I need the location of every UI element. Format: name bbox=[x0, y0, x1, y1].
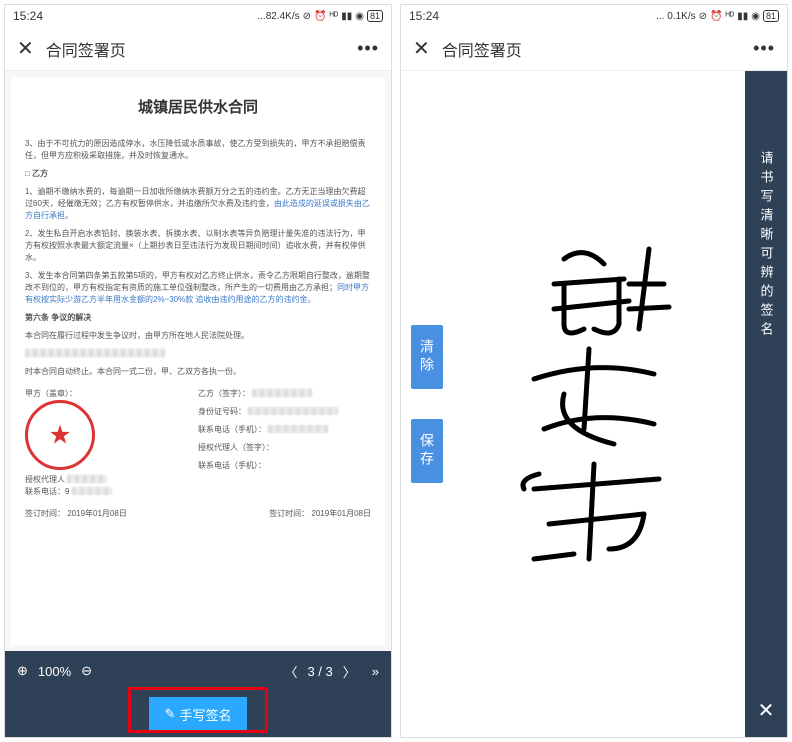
clear-button[interactable]: 清除 bbox=[411, 325, 443, 389]
status-bar: 15:24 ...82.4K/s ⊘ ⏰ ᴴᴰ ▮▮ ◉ 81 bbox=[5, 5, 391, 27]
doc-article: 第六条 争议的解决 bbox=[25, 312, 371, 324]
page-indicator: 3 / 3 bbox=[307, 664, 332, 679]
doc-para: 2、发生私自开启水表铅封、换装水表、拆换水表、以制水表等异负赔理计量失准的违法行… bbox=[25, 228, 371, 264]
signature-side-panel: 请书写清晰可辨的签名 ✕ bbox=[745, 71, 787, 737]
close-icon[interactable]: ✕ bbox=[17, 36, 34, 61]
alarm-off-icon: ⊘ bbox=[303, 11, 311, 22]
zoom-out-icon[interactable]: ⊖ bbox=[81, 663, 92, 679]
battery-icon: 81 bbox=[763, 10, 779, 22]
phone-left: 15:24 ...82.4K/s ⊘ ⏰ ᴴᴰ ▮▮ ◉ 81 ✕ 合同签署页 … bbox=[4, 4, 392, 738]
hd-icon: ᴴᴰ bbox=[329, 11, 338, 22]
phone-right: 15:24 ... 0.1K/s ⊘ ⏰ ᴴᴰ ▮▮ ◉ 81 ✕ 合同签署页 … bbox=[400, 4, 788, 738]
document-page: 城镇居民供水合同 3、由于不可抗力的原因造成停水，水压降低或水质事故，使乙方受到… bbox=[11, 77, 385, 645]
more-icon[interactable]: ••• bbox=[357, 38, 379, 59]
wifi-icon: ◉ bbox=[751, 11, 760, 22]
signal-icon: ▮▮ bbox=[737, 11, 748, 22]
signature-canvas[interactable]: 清除 保存 bbox=[401, 71, 787, 737]
save-button[interactable]: 保存 bbox=[411, 419, 443, 483]
close-icon[interactable]: ✕ bbox=[413, 36, 430, 61]
net-speed: ...82.4K/s bbox=[257, 11, 299, 22]
alarm-icon: ⏰ bbox=[710, 11, 722, 22]
signature-hint: 请书写清晰可辨的签名 bbox=[757, 151, 776, 684]
net-speed: ... 0.1K/s bbox=[656, 11, 695, 22]
status-bar: 15:24 ... 0.1K/s ⊘ ⏰ ᴴᴰ ▮▮ ◉ 81 bbox=[401, 5, 787, 27]
sign-button-row: ✎ 手写签名 bbox=[5, 691, 391, 737]
app-header: ✕ 合同签署页 ••• bbox=[5, 27, 391, 71]
wifi-icon: ◉ bbox=[355, 11, 364, 22]
status-indicators: ... 0.1K/s ⊘ ⏰ ᴴᴰ ▮▮ ◉ 81 bbox=[656, 10, 779, 22]
close-panel-icon[interactable]: ✕ bbox=[758, 684, 775, 737]
status-time: 15:24 bbox=[409, 9, 439, 23]
signature-stroke bbox=[494, 229, 694, 579]
status-indicators: ...82.4K/s ⊘ ⏰ ᴴᴰ ▮▮ ◉ 81 bbox=[257, 10, 383, 22]
more-icon[interactable]: ••• bbox=[753, 38, 775, 59]
contract-title: 城镇居民供水合同 bbox=[25, 97, 371, 120]
sign-dates: 签订时间： 2019年01月08日 签订时间： 2019年01月08日 bbox=[25, 508, 371, 520]
expand-icon[interactable]: » bbox=[372, 664, 379, 679]
red-seal-icon bbox=[25, 400, 95, 470]
pencil-icon: ✎ bbox=[165, 706, 176, 722]
document-viewer[interactable]: 城镇居民供水合同 3、由于不可抗力的原因造成停水，水压降低或水质事故，使乙方受到… bbox=[5, 71, 391, 651]
doc-para: 1、逾期不缴纳水费的，每逾期一日加收所缴纳水费额万分之五的违约金。乙方无正当理由… bbox=[25, 186, 371, 222]
doc-para: 3、发生本合同第四条第五款第5项的，甲方有权对乙方终止供水，责令乙方限期自行整改… bbox=[25, 270, 371, 306]
prev-page-icon[interactable]: 〈 bbox=[284, 662, 297, 681]
doc-para bbox=[25, 348, 371, 360]
next-page-icon[interactable]: 〉 bbox=[343, 662, 356, 681]
hd-icon: ᴴᴰ bbox=[725, 11, 734, 22]
page-title: 合同签署页 bbox=[46, 37, 345, 61]
doc-para: 本合同在履行过程中发生争议时，由甲方所在地人民法院处理。 bbox=[25, 330, 371, 342]
battery-icon: 81 bbox=[367, 10, 383, 22]
signal-icon: ▮▮ bbox=[341, 11, 352, 22]
handwrite-sign-button[interactable]: ✎ 手写签名 bbox=[149, 697, 248, 732]
zoom-in-icon[interactable]: ⊕ bbox=[17, 663, 28, 679]
alarm-icon: ⏰ bbox=[314, 11, 326, 22]
doc-section-label: □ 乙方 bbox=[25, 168, 371, 180]
zoom-level: 100% bbox=[38, 664, 71, 679]
app-header: ✕ 合同签署页 ••• bbox=[401, 27, 787, 71]
page-title: 合同签署页 bbox=[442, 37, 741, 61]
doc-para: 3、由于不可抗力的原因造成停水，水压降低或水质事故，使乙方受到损失的，甲方不承担… bbox=[25, 138, 371, 162]
alarm-off-icon: ⊘ bbox=[699, 11, 707, 22]
signature-block: 甲方（盖章）： 授权代理人 联系电话：9 乙方（签字）： 身份证号码： 联系电话… bbox=[25, 388, 371, 498]
status-time: 15:24 bbox=[13, 9, 43, 23]
sign-button-label: 手写签名 bbox=[179, 705, 231, 724]
viewer-toolbar: ⊕ 100% ⊖ 〈 3 / 3 〉 » bbox=[5, 651, 391, 691]
doc-para: 时本合同自动终止。本合同一式二份，甲、乙双方各执一份。 bbox=[25, 366, 371, 378]
